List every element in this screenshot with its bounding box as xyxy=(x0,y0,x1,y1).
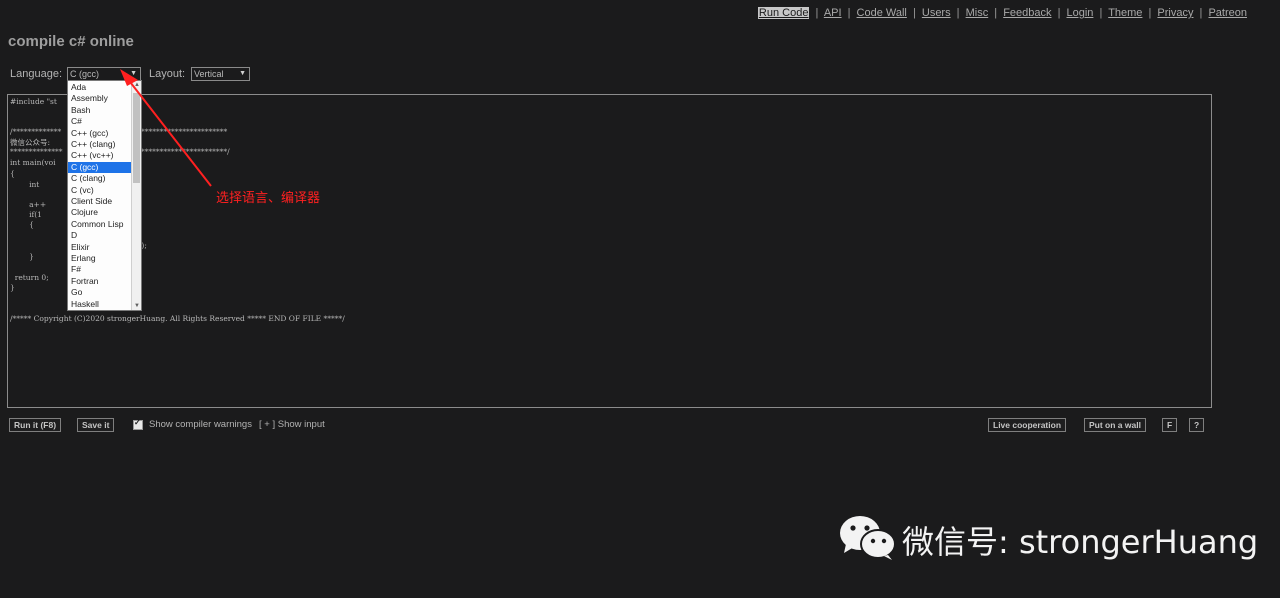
annotation-arrow xyxy=(120,69,212,187)
live-cooperation-button[interactable]: Live cooperation xyxy=(988,418,1067,432)
watermark-text: 微信号: strongerHuang xyxy=(902,523,1259,561)
save-button[interactable]: Save it xyxy=(77,418,115,432)
wechat-watermark: 微信号: strongerHuang xyxy=(838,513,1258,561)
compiler-warnings-checkbox[interactable] xyxy=(133,418,143,430)
wechat-logo-icon xyxy=(840,516,896,560)
annotation-text: 选择语言、编译器 xyxy=(216,191,321,206)
show-input-toggle[interactable]: [ + ] Show input xyxy=(259,419,325,430)
f-button[interactable]: F xyxy=(1162,418,1178,432)
help-button[interactable]: ? xyxy=(1189,418,1205,432)
run-button[interactable]: Run it (F8) xyxy=(9,418,62,432)
put-on-wall-button[interactable]: Put on a wall xyxy=(1084,418,1146,432)
compiler-warnings-label: Show compiler warnings xyxy=(149,419,252,430)
